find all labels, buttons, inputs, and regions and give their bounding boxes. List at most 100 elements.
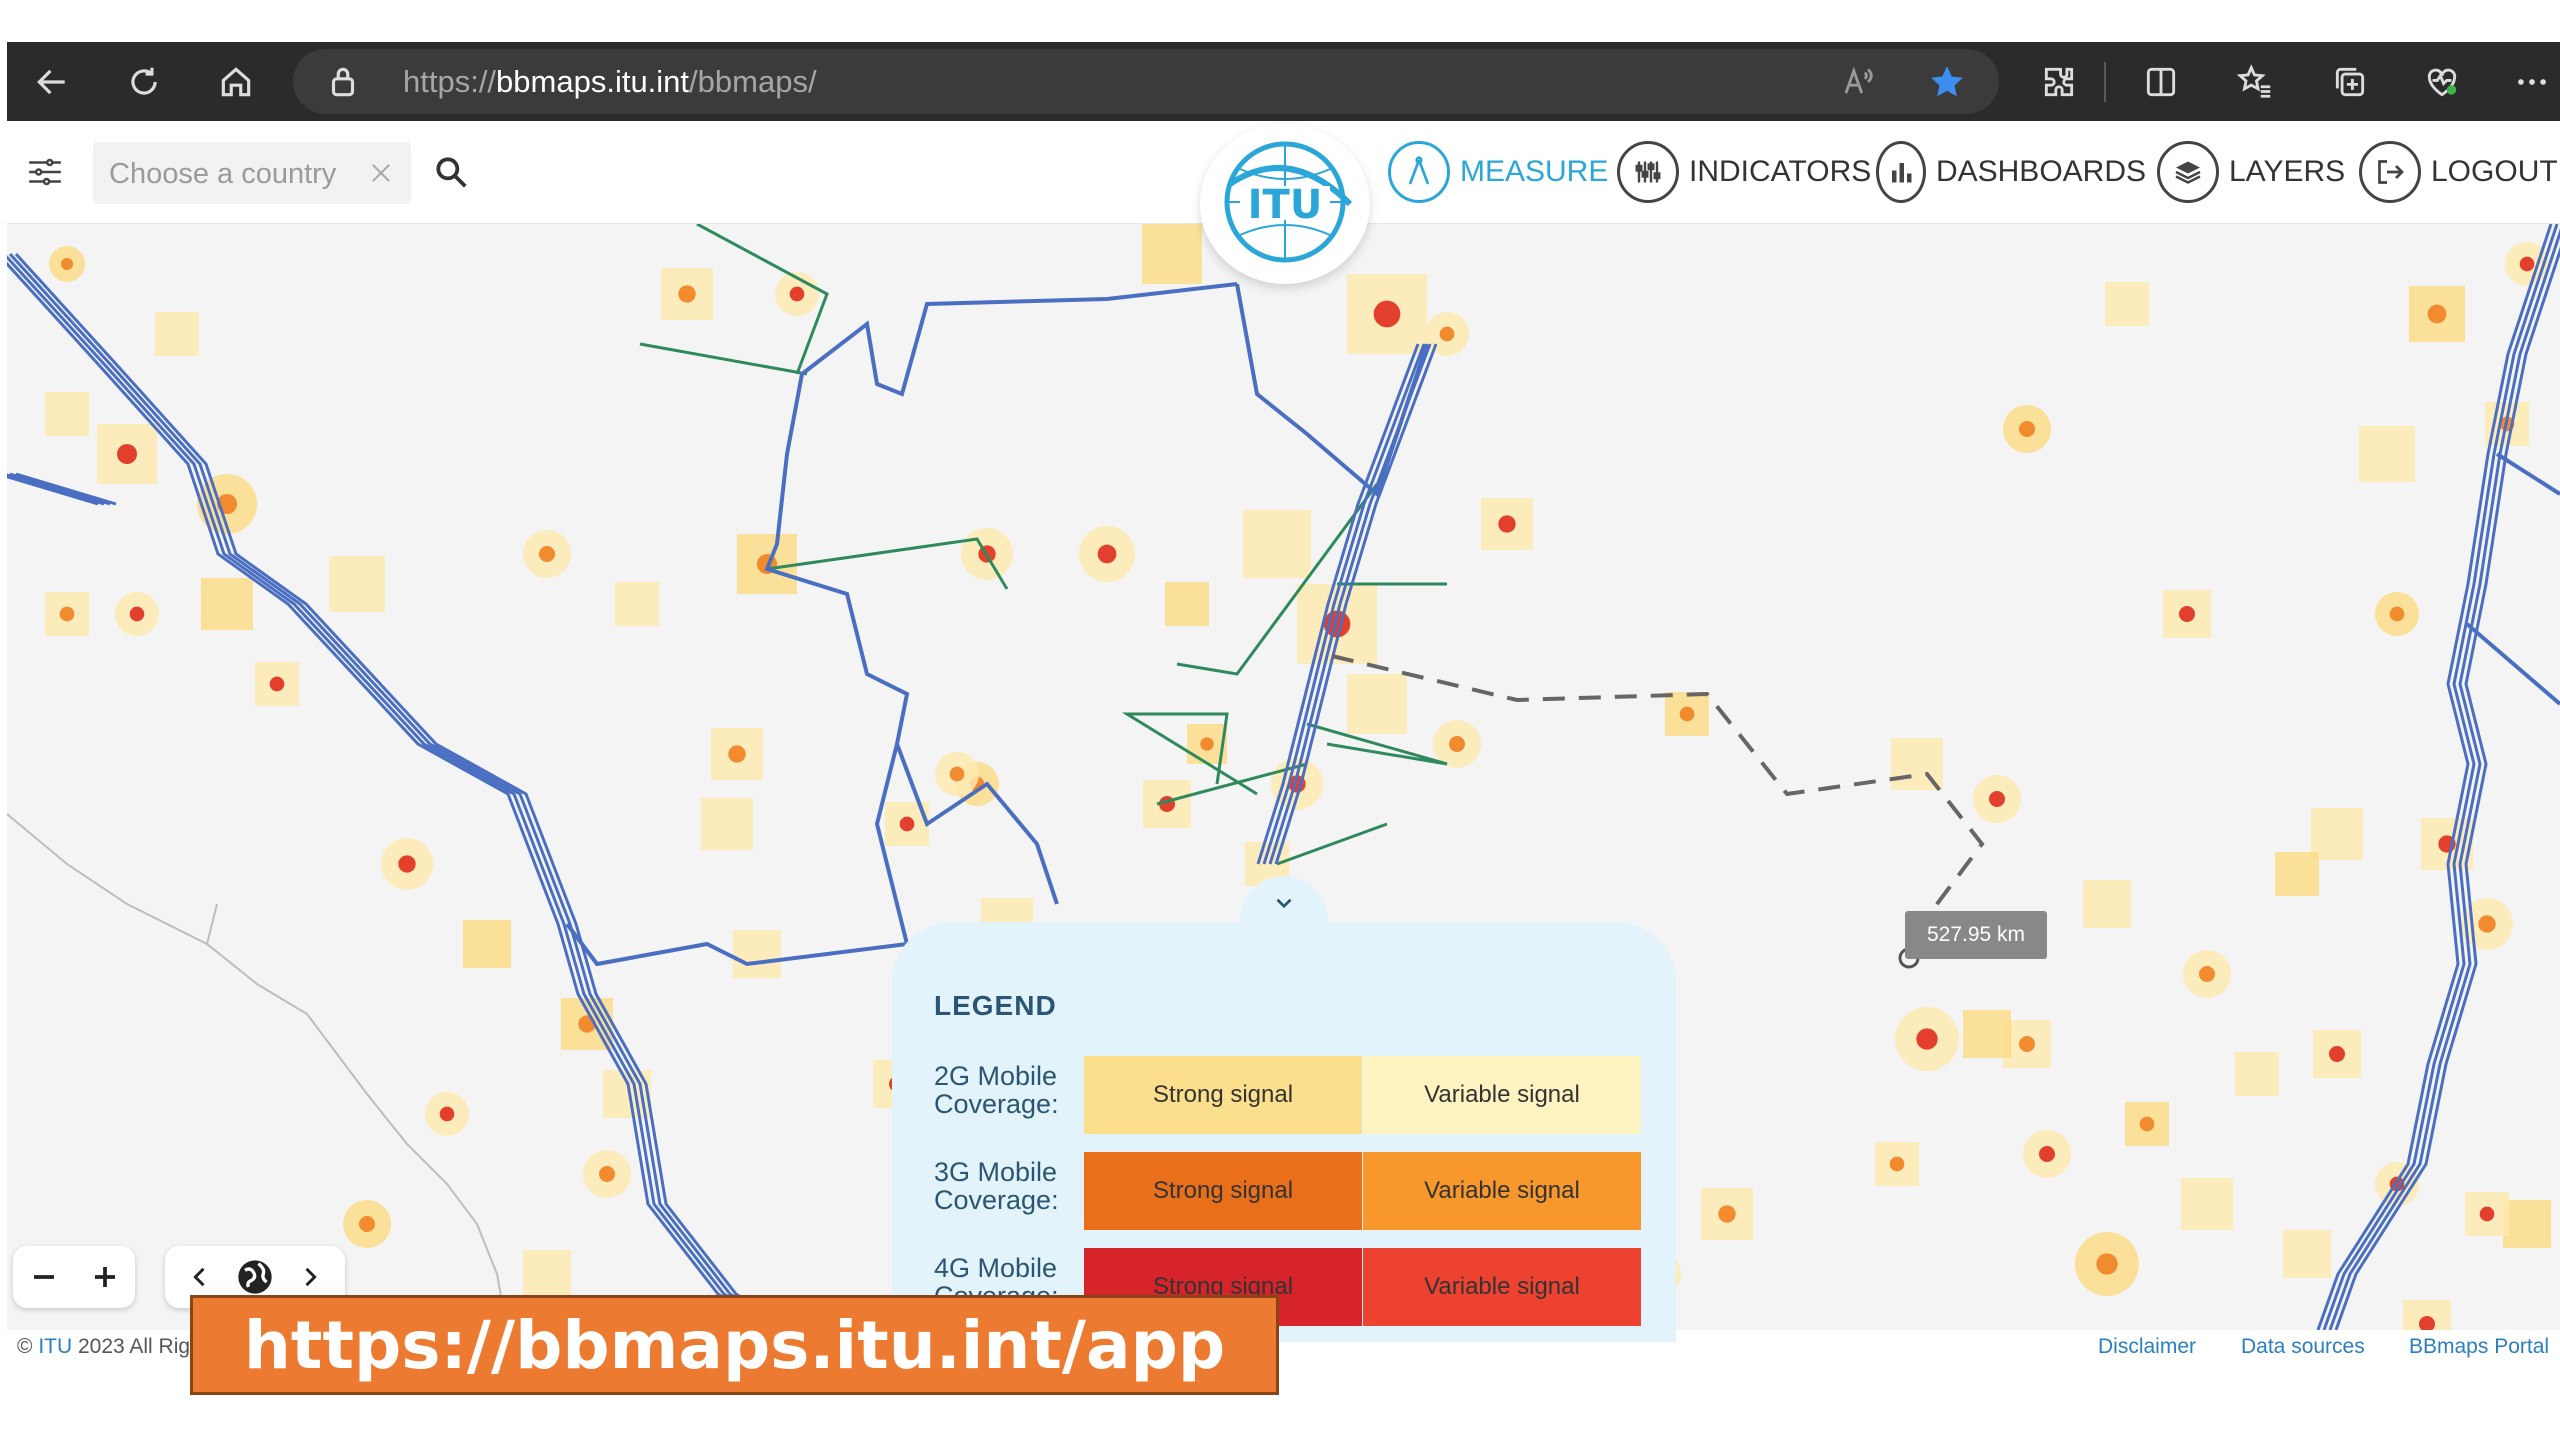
coverage-area bbox=[523, 1250, 571, 1298]
cable-strand bbox=[7, 255, 785, 1330]
nav-measure[interactable]: MEASURE bbox=[1388, 135, 1608, 209]
zoom-control bbox=[13, 1246, 135, 1308]
nav-dashboards-label: DASHBOARDS bbox=[1935, 155, 2146, 188]
coverage-hotspot bbox=[789, 286, 805, 302]
coverage-hotspot bbox=[599, 1166, 615, 1182]
coverage-hotspot bbox=[2019, 421, 2035, 437]
more-options-icon[interactable] bbox=[2502, 42, 2560, 121]
legend-row-label: 3G Mobile Coverage: bbox=[934, 1157, 1059, 1215]
coverage-hotspot bbox=[1498, 515, 1516, 533]
itu-link[interactable]: ITU bbox=[38, 1335, 72, 1358]
country-selector[interactable] bbox=[93, 142, 411, 206]
coverage-hotspot bbox=[2039, 1146, 2055, 1162]
coverage-area bbox=[329, 556, 385, 612]
refresh-icon[interactable] bbox=[114, 42, 174, 121]
measure-icon bbox=[1388, 141, 1450, 203]
coverage-hotspot bbox=[2019, 1036, 2035, 1052]
coverage-area bbox=[2181, 1178, 2233, 1230]
nav-layers[interactable]: LAYERS bbox=[2157, 135, 2345, 209]
layers-icon bbox=[2157, 141, 2219, 203]
legend-swatch-strong: Strong signal bbox=[1084, 1056, 1362, 1134]
coverage-hotspot bbox=[899, 816, 915, 832]
data-sources-link[interactable]: Data sources bbox=[2241, 1335, 2365, 1359]
indicators-icon bbox=[1617, 141, 1679, 203]
coverage-hotspot bbox=[2479, 1206, 2495, 1222]
itu-logo-text: ITU bbox=[1248, 182, 1323, 228]
logout-icon bbox=[2359, 141, 2421, 203]
filter-sliders-icon[interactable] bbox=[15, 133, 75, 211]
coverage-hotspot bbox=[1718, 1205, 1736, 1223]
coverage-area bbox=[2503, 1200, 2551, 1248]
cable-strand bbox=[7, 261, 779, 1330]
clear-icon[interactable] bbox=[351, 142, 411, 204]
legend-row-label: 2G Mobile Coverage: bbox=[934, 1061, 1059, 1119]
coverage-hotspot bbox=[728, 745, 746, 763]
itu-logo[interactable]: ITU bbox=[1200, 124, 1370, 284]
coverage-area bbox=[2275, 852, 2319, 896]
coverage-area bbox=[1347, 674, 1407, 734]
chevron-down-icon bbox=[1276, 898, 1292, 909]
legend-row-3g: 3G Mobile Coverage: Strong signal Variab… bbox=[934, 1152, 1644, 1230]
nav-logout[interactable]: LOGOUT bbox=[2359, 135, 2558, 209]
country-input[interactable] bbox=[93, 142, 371, 206]
browser-essentials-icon[interactable] bbox=[2412, 42, 2472, 121]
back-arrow-icon[interactable] bbox=[22, 42, 82, 121]
coverage-hotspot bbox=[2519, 256, 2535, 272]
cable-strand bbox=[2334, 246, 2560, 1330]
address-bar[interactable]: https://bbmaps.itu.int/bbmaps/ bbox=[293, 49, 1999, 114]
coverage-area bbox=[2105, 282, 2149, 326]
coverage-hotspot bbox=[269, 676, 285, 692]
coverage-area bbox=[45, 392, 89, 436]
distance-label: 527.95 km bbox=[1905, 911, 2047, 959]
nav-dashboards[interactable]: DASHBOARDS bbox=[1876, 135, 2146, 209]
coverage-area bbox=[1165, 582, 1209, 626]
coverage-hotspot bbox=[117, 444, 137, 464]
coverage-hotspot bbox=[2096, 1253, 2118, 1275]
coverage-area bbox=[1142, 224, 1202, 284]
coverage-area bbox=[615, 582, 659, 626]
coverage-hotspot bbox=[1679, 706, 1695, 722]
coverage-hotspot bbox=[1889, 1156, 1905, 1172]
coverage-hotspot bbox=[949, 766, 965, 782]
bbmaps-portal-link[interactable]: BBmaps Portal bbox=[2409, 1335, 2549, 1359]
collections-icon[interactable] bbox=[2320, 42, 2380, 121]
cable-strand bbox=[2328, 228, 2560, 1330]
country-border bbox=[206, 903, 218, 945]
coverage-area bbox=[2083, 880, 2131, 928]
legend-swatch-variable: Variable signal bbox=[1363, 1056, 1641, 1134]
favorites-list-icon[interactable] bbox=[2226, 42, 2286, 121]
copyright-text: © ITU 2023 All Rig bbox=[17, 1335, 191, 1358]
extensions-icon[interactable] bbox=[2029, 42, 2089, 121]
disclaimer-link[interactable]: Disclaimer bbox=[2098, 1335, 2196, 1359]
coverage-area bbox=[1243, 510, 1311, 578]
coverage-hotspot bbox=[2478, 915, 2496, 933]
coverage-hotspot bbox=[59, 606, 75, 622]
url-text: https://bbmaps.itu.int/bbmaps/ bbox=[403, 64, 817, 99]
dashboards-icon bbox=[1876, 141, 1926, 203]
lock-icon[interactable] bbox=[313, 42, 373, 121]
nav-logout-label: LOGOUT bbox=[2431, 155, 2558, 188]
banner-text: https://bbmaps.itu.int/app bbox=[243, 1306, 1226, 1384]
nav-measure-label: MEASURE bbox=[1460, 155, 1609, 188]
cable-strand bbox=[8, 252, 791, 1330]
favorite-star-icon[interactable] bbox=[1917, 42, 1977, 121]
coverage-hotspot bbox=[1200, 737, 1214, 751]
nav-indicators[interactable]: INDICATORS bbox=[1617, 135, 1871, 209]
coverage-area bbox=[701, 798, 753, 850]
cable-line bbox=[2465, 622, 2560, 706]
coverage-hotspot bbox=[539, 546, 555, 562]
coverage-hotspot bbox=[2329, 1046, 2345, 1062]
split-screen-icon[interactable] bbox=[2131, 42, 2191, 121]
coverage-hotspot bbox=[359, 1216, 375, 1232]
coverage-hotspot bbox=[1439, 326, 1455, 342]
coverage-hotspot bbox=[1449, 736, 1465, 752]
read-aloud-icon[interactable] bbox=[1827, 42, 1887, 121]
home-icon[interactable] bbox=[206, 42, 266, 121]
nav-indicators-label: INDICATORS bbox=[1689, 155, 1872, 188]
search-icon[interactable] bbox=[421, 133, 481, 211]
zoom-in-button[interactable] bbox=[74, 1246, 135, 1308]
measure-path bbox=[1331, 654, 1985, 946]
coverage-hotspot bbox=[398, 855, 416, 873]
zoom-out-button[interactable] bbox=[13, 1246, 74, 1308]
coverage-area bbox=[1963, 1010, 2011, 1058]
